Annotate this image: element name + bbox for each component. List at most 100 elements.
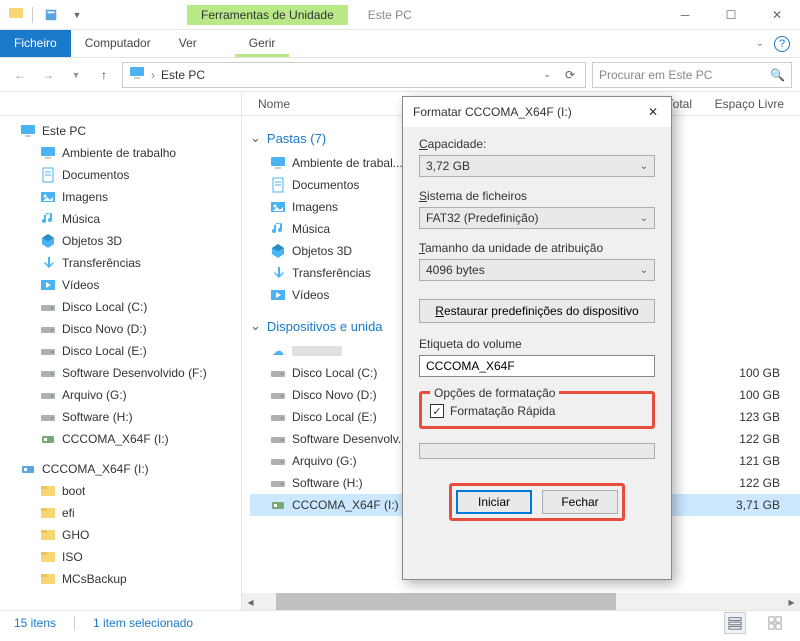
app-icon	[8, 5, 24, 24]
quick-access-toolbar: ▼	[0, 5, 87, 25]
tree-item[interactable]: Vídeos	[0, 274, 241, 296]
help-icon[interactable]: ?	[774, 36, 790, 52]
tree-item[interactable]: Arquivo (G:)	[0, 384, 241, 406]
address-dropdown-icon[interactable]: ⌄	[539, 69, 555, 80]
drive-icon	[270, 409, 286, 425]
breadcrumb-separator-icon[interactable]: ›	[151, 68, 155, 82]
ribbon-context-label: Ferramentas de Unidade	[187, 5, 348, 25]
tree-item[interactable]: CCCOMA_X64F (I:)	[0, 428, 241, 450]
up-button[interactable]: ↑	[92, 63, 116, 87]
format-dialog: Formatar CCCOMA_X64F (I:) ✕ Capacidade: …	[402, 96, 672, 580]
tree-item[interactable]: Transferências	[0, 252, 241, 274]
usb-drive-icon	[20, 461, 36, 477]
dialog-titlebar: Formatar CCCOMA_X64F (I:) ✕	[403, 97, 671, 127]
tree-item[interactable]: MCsBackup	[0, 568, 241, 590]
tree-item[interactable]: Ambiente de trabalho	[0, 142, 241, 164]
tree-item[interactable]: Imagens	[0, 186, 241, 208]
drive-icon	[270, 497, 286, 513]
item-icon	[40, 387, 56, 403]
capacity-label: Capacidade:	[419, 137, 655, 151]
column-headers: Nome o Total Espaço Livre	[0, 92, 800, 116]
volume-label-input[interactable]	[419, 355, 655, 377]
status-selection: 1 item selecionado	[93, 616, 193, 630]
tree-este-pc[interactable]: Este PC	[0, 120, 241, 142]
ribbon-collapse-icon[interactable]: ⌄	[756, 38, 764, 49]
quick-format-checkbox[interactable]: ✓ Formatação Rápida	[430, 404, 644, 418]
maximize-button[interactable]: ☐	[708, 0, 754, 30]
close-button-dialog[interactable]: Fechar	[542, 490, 618, 514]
tree-item[interactable]: GHO	[0, 524, 241, 546]
breadcrumb[interactable]: Este PC	[161, 68, 205, 82]
tab-computer[interactable]: Computador	[71, 30, 165, 57]
tree-removable-drive[interactable]: CCCOMA_X64F (I:)	[0, 458, 241, 480]
item-icon	[270, 287, 286, 303]
allocation-label: Tamanho da unidade de atribuição	[419, 241, 655, 255]
item-icon	[270, 265, 286, 281]
minimize-button[interactable]: ─	[662, 0, 708, 30]
tree-item[interactable]: Disco Local (C:)	[0, 296, 241, 318]
view-large-icons-button[interactable]	[764, 612, 786, 634]
tree-item[interactable]: Software (H:)	[0, 406, 241, 428]
filesystem-select[interactable]: FAT32 (Predefinição) ⌄	[419, 207, 655, 229]
drive-icon	[270, 475, 286, 491]
tree-item[interactable]: Disco Local (E:)	[0, 340, 241, 362]
cloud-icon: ☁	[270, 343, 286, 359]
scroll-right-icon[interactable]: ▸	[783, 593, 800, 610]
tree-item[interactable]: ISO	[0, 546, 241, 568]
tree-item[interactable]: boot	[0, 480, 241, 502]
item-icon	[40, 299, 56, 315]
tab-view[interactable]: Ver	[165, 30, 211, 57]
header-name[interactable]: Nome	[242, 92, 402, 115]
forward-button[interactable]: →	[36, 63, 60, 87]
tree-item[interactable]: efi	[0, 502, 241, 524]
scroll-left-icon[interactable]: ◂	[242, 593, 259, 610]
item-icon	[270, 177, 286, 193]
item-icon	[40, 409, 56, 425]
statusbar: 15 itens 1 item selecionado	[0, 610, 800, 634]
qat-properties-icon[interactable]	[41, 5, 61, 25]
tree-item[interactable]: Música	[0, 208, 241, 230]
drive-icon	[270, 431, 286, 447]
tree-item[interactable]: Documentos	[0, 164, 241, 186]
tab-manage[interactable]: Gerir	[235, 30, 290, 57]
restore-defaults-button[interactable]: Restaurar predefinições do dispositivo	[419, 299, 655, 323]
horizontal-scrollbar[interactable]: ◂ ▸	[242, 593, 800, 610]
checkbox-checked-icon: ✓	[430, 404, 444, 418]
capacity-select[interactable]: 3,72 GB ⌄	[419, 155, 655, 177]
drive-size: 3,71 GB	[736, 498, 800, 512]
qat-dropdown-icon[interactable]: ▼	[67, 5, 87, 25]
item-icon	[270, 221, 286, 237]
dialog-close-button[interactable]: ✕	[645, 104, 661, 120]
ribbon: Ficheiro Computador Ver Gerir ⌄ ?	[0, 30, 800, 58]
drive-icon	[270, 453, 286, 469]
view-details-button[interactable]	[724, 612, 746, 634]
item-icon	[270, 155, 286, 171]
drive-size: 123 GB	[739, 410, 800, 424]
tree-item[interactable]: Software Desenvolvido (F:)	[0, 362, 241, 384]
item-icon	[40, 145, 56, 161]
blurred-text	[292, 346, 342, 356]
header-free[interactable]: Espaço Livre	[700, 92, 800, 115]
search-placeholder: Procurar em Este PC	[599, 68, 712, 82]
address-field[interactable]: › Este PC ⌄ ⟳	[122, 62, 586, 88]
search-input[interactable]: Procurar em Este PC 🔍	[592, 62, 792, 88]
drive-size: 100 GB	[739, 388, 800, 402]
back-button[interactable]: ←	[8, 63, 32, 87]
item-icon	[270, 243, 286, 259]
search-icon[interactable]: 🔍	[770, 68, 785, 82]
scrollbar-thumb[interactable]	[276, 593, 616, 610]
tree-item[interactable]: Disco Novo (D:)	[0, 318, 241, 340]
recent-locations-icon[interactable]: ▼	[64, 63, 88, 87]
tab-file[interactable]: Ficheiro	[0, 30, 71, 57]
allocation-select[interactable]: 4096 bytes ⌄	[419, 259, 655, 281]
item-icon	[270, 199, 286, 215]
drive-icon	[270, 387, 286, 403]
tree-item[interactable]: Objetos 3D	[0, 230, 241, 252]
folder-icon	[40, 483, 56, 499]
item-icon	[40, 431, 56, 447]
format-options-group-label: Opções de formatação	[430, 386, 559, 400]
refresh-icon[interactable]: ⟳	[561, 68, 579, 82]
start-button[interactable]: Iniciar	[456, 490, 532, 514]
item-icon	[40, 277, 56, 293]
close-button[interactable]: ✕	[754, 0, 800, 30]
